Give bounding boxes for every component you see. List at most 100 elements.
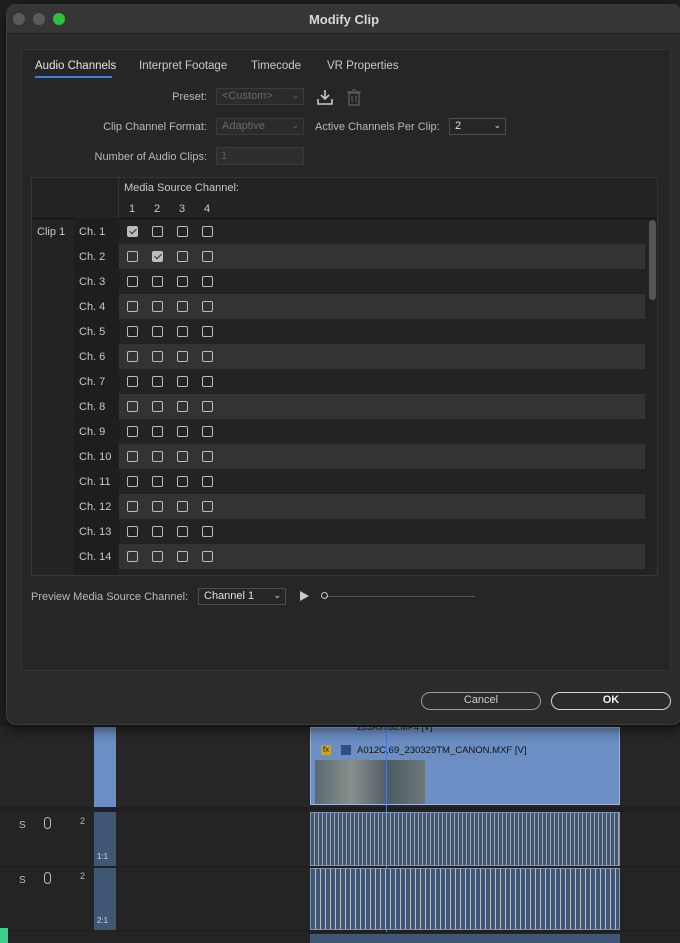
channel-checkbox-5-2[interactable] [152,326,163,337]
channel-checkbox-10-2[interactable] [152,451,163,462]
active-channels-dropdown[interactable]: 2 ⌄ [449,118,506,135]
chevron-down-icon: ⌄ [273,590,281,600]
channel-checkbox-6-1[interactable] [127,351,138,362]
channel-label: Ch. 8 [79,401,106,413]
video-clip-canon[interactable]: 263A9788.MP4 [V] fx A012C.69_230329TM_CA… [310,722,620,805]
channel-checkbox-2-3[interactable] [177,251,188,262]
channel-checkbox-4-1[interactable] [127,301,138,312]
table-row [119,344,645,369]
channel-checkbox-7-2[interactable] [152,376,163,387]
channel-checkbox-8-1[interactable] [127,401,138,412]
audio-clip-1[interactable] [310,812,620,866]
mic-icon-1[interactable] [44,817,51,829]
channel-checkbox-4-2[interactable] [152,301,163,312]
channel-checkbox-13-1[interactable] [127,526,138,537]
channel-checkbox-6-4[interactable] [202,351,213,362]
channel-checkbox-1-2[interactable] [152,226,163,237]
channel-checkbox-9-1[interactable] [127,426,138,437]
channel-checkbox-12-2[interactable] [152,501,163,512]
channel-checkbox-7-3[interactable] [177,376,188,387]
save-preset-icon[interactable] [316,88,334,106]
tab-vr-properties[interactable]: VR Properties [327,60,399,72]
channel-checkbox-10-4[interactable] [202,451,213,462]
channel-checkbox-1-1[interactable] [127,226,138,237]
channel-checkbox-3-3[interactable] [177,276,188,287]
channel-label: Ch. 12 [79,501,112,513]
clip-channel-format-label: Clip Channel Format: [103,121,207,133]
tab-audio-channels[interactable]: Audio Channels [35,60,116,72]
grid-scrollbar[interactable] [649,220,656,300]
channel-checkbox-2-2[interactable] [152,251,163,262]
solo-button-2[interactable]: S [19,875,26,886]
channel-checkbox-9-3[interactable] [177,426,188,437]
cancel-button[interactable]: Cancel [421,692,541,710]
channel-label: Ch. 1 [79,226,106,238]
channel-checkbox-7-1[interactable] [127,376,138,387]
table-row [119,494,645,519]
channel-checkbox-5-4[interactable] [202,326,213,337]
table-row [119,519,645,544]
channel-checkbox-3-2[interactable] [152,276,163,287]
channel-checkbox-9-2[interactable] [152,426,163,437]
channel-checkbox-11-2[interactable] [152,476,163,487]
channel-checkbox-14-2[interactable] [152,551,163,562]
channel-checkbox-5-3[interactable] [177,326,188,337]
audio-clip-3[interactable] [310,934,620,943]
channel-checkbox-10-1[interactable] [127,451,138,462]
channel-checkbox-4-3[interactable] [177,301,188,312]
channel-checkbox-3-4[interactable] [202,276,213,287]
channel-checkbox-11-3[interactable] [177,476,188,487]
audio-clip-left-1[interactable]: 1:1 [94,812,116,866]
ok-button[interactable]: OK [551,692,671,710]
channel-checkbox-14-1[interactable] [127,551,138,562]
channel-checkbox-12-1[interactable] [127,501,138,512]
active-tab-indicator [35,76,112,78]
audio-clip-left-2[interactable]: 2:1 [94,868,116,930]
channel-checkbox-11-1[interactable] [127,476,138,487]
tab-timecode[interactable]: Timecode [251,60,301,72]
audio-clip-2[interactable] [310,868,620,930]
channel-checkbox-14-3[interactable] [177,551,188,562]
channel-checkbox-8-2[interactable] [152,401,163,412]
table-row [119,419,645,444]
preview-scrubber[interactable] [325,596,475,597]
channel-checkbox-12-4[interactable] [202,501,213,512]
titlebar: Modify Clip [7,5,680,34]
channel-checkbox-8-3[interactable] [177,401,188,412]
channel-checkbox-5-1[interactable] [127,326,138,337]
channel-label: Ch. 4 [79,301,106,313]
channel-checkbox-7-4[interactable] [202,376,213,387]
channel-checkbox-9-4[interactable] [202,426,213,437]
channel-checkbox-4-4[interactable] [202,301,213,312]
channel-checkbox-14-4[interactable] [202,551,213,562]
channel-checkbox-2-1[interactable] [127,251,138,262]
preview-channel-dropdown[interactable]: Channel 1 ⌄ [198,588,286,605]
video-clip-left[interactable] [94,727,116,807]
channel-checkbox-2-4[interactable] [202,251,213,262]
preset-value: <Custom> [222,90,273,102]
channel-checkbox-6-3[interactable] [177,351,188,362]
channel-checkbox-11-4[interactable] [202,476,213,487]
channel-checkbox-1-3[interactable] [177,226,188,237]
channel-label: Ch. 10 [79,451,112,463]
channel-checkbox-13-2[interactable] [152,526,163,537]
preview-scrubber-handle[interactable] [321,592,328,599]
table-row [119,444,645,469]
channel-checkbox-13-3[interactable] [177,526,188,537]
table-row [119,394,645,419]
channel-checkbox-10-3[interactable] [177,451,188,462]
link-icon [341,745,351,755]
mic-icon-2[interactable] [44,872,51,884]
channel-checkbox-3-1[interactable] [127,276,138,287]
clip-channel-format-value: Adaptive [222,120,265,132]
channel-checkbox-12-3[interactable] [177,501,188,512]
tab-interpret-footage[interactable]: Interpret Footage [139,60,227,72]
channel-checkbox-6-2[interactable] [152,351,163,362]
audio-badge-2: 2:1 [97,916,109,925]
solo-button-1[interactable]: S [19,820,26,831]
channel-checkbox-13-4[interactable] [202,526,213,537]
channel-checkbox-1-4[interactable] [202,226,213,237]
channel-checkbox-8-4[interactable] [202,401,213,412]
play-icon[interactable] [298,590,310,602]
table-row [119,244,645,269]
